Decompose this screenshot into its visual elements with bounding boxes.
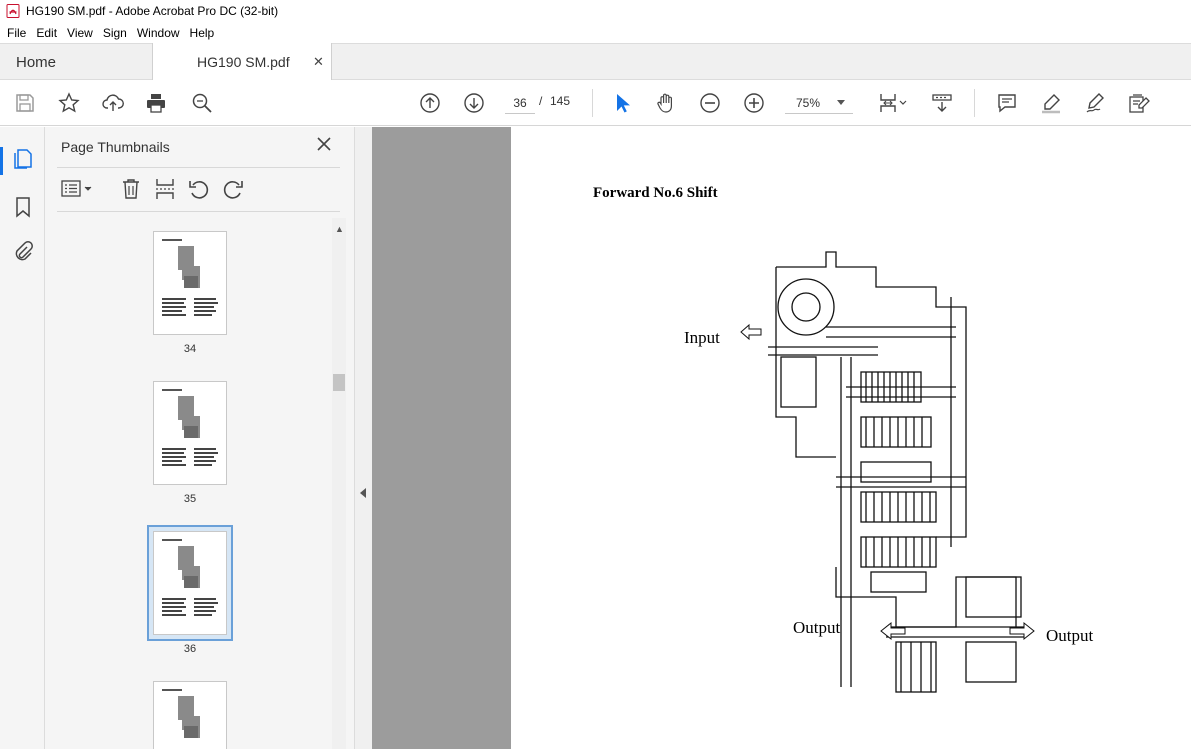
- select-pointer-icon[interactable]: [610, 91, 634, 115]
- thumbnail-options-icon[interactable]: [61, 177, 95, 201]
- menu-bar: File Edit View Sign Window Help: [0, 22, 1191, 43]
- page-thumbnail-selected[interactable]: [153, 531, 227, 635]
- bookmark-icon[interactable]: [11, 195, 35, 219]
- print-icon[interactable]: [144, 91, 168, 115]
- edit-pdf-icon[interactable]: [1127, 91, 1151, 115]
- page-heading: Forward No.6 Shift: [593, 185, 718, 201]
- document-view[interactable]: Forward No.6 Shift Input Output Output: [372, 127, 1191, 749]
- page-thumbnail[interactable]: [153, 681, 227, 749]
- menu-help[interactable]: Help: [185, 26, 220, 40]
- rail-active-indicator: [0, 147, 3, 175]
- tab-close-icon[interactable]: ✕: [313, 54, 324, 70]
- sign-icon[interactable]: [1083, 91, 1107, 115]
- panel-divider: [57, 167, 340, 168]
- zoom-in-icon[interactable]: [742, 91, 766, 115]
- menu-window[interactable]: Window: [132, 26, 185, 40]
- save-icon[interactable]: [13, 91, 37, 115]
- page-thumbnail[interactable]: [153, 381, 227, 485]
- menu-file[interactable]: File: [2, 26, 31, 40]
- panel-divider: [57, 211, 340, 212]
- menu-sign[interactable]: Sign: [98, 26, 132, 40]
- collapse-panel-icon[interactable]: [360, 488, 366, 498]
- rotate-right-icon[interactable]: [221, 177, 245, 201]
- page-separator: /: [539, 94, 543, 108]
- search-zoom-icon[interactable]: [190, 91, 214, 115]
- page-up-icon[interactable]: [418, 91, 442, 115]
- window-titlebar: HG190 SM.pdf - Adobe Acrobat Pro DC (32-…: [0, 0, 1191, 22]
- scroll-mode-icon[interactable]: [930, 91, 954, 115]
- tab-document[interactable]: HG190 SM.pdf ✕: [152, 43, 332, 81]
- page-fit-icon[interactable]: [876, 91, 910, 115]
- input-label: Input: [684, 328, 720, 347]
- tab-document-label: HG190 SM.pdf: [197, 54, 290, 70]
- thumbnail-preview: [162, 239, 218, 316]
- page-thumbnail[interactable]: [153, 231, 227, 335]
- output-label-right: Output: [1046, 626, 1094, 645]
- page-thumbnails-panel: Page Thumbnails ▲ 34 35 36: [45, 127, 354, 749]
- highlight-icon[interactable]: [1039, 91, 1063, 115]
- zoom-out-icon[interactable]: [698, 91, 722, 115]
- thumbnail-preview: [162, 389, 218, 466]
- thumbnail-scrollbar[interactable]: ▲: [332, 218, 346, 749]
- tab-home[interactable]: Home: [0, 44, 152, 80]
- comment-icon[interactable]: [995, 91, 1019, 115]
- transmission-cross-section-diagram: [740, 251, 1035, 693]
- pdf-page: Forward No.6 Shift Input Output Output: [511, 127, 1191, 749]
- thumbnail-preview: [162, 539, 218, 616]
- menu-edit[interactable]: Edit: [31, 26, 62, 40]
- extract-page-icon[interactable]: [153, 177, 177, 201]
- page-number-input[interactable]: 36: [505, 92, 535, 114]
- thumbnail-label: 34: [183, 343, 197, 355]
- panel-title: Page Thumbnails: [61, 139, 170, 155]
- scrollbar-thumb[interactable]: [333, 374, 345, 391]
- delete-page-icon[interactable]: [119, 177, 143, 201]
- page-total: 145: [550, 94, 571, 108]
- panel-splitter[interactable]: [354, 127, 372, 749]
- main-toolbar: 36 / 145 75%: [0, 80, 1191, 126]
- acrobat-pdf-icon: [6, 4, 20, 18]
- output-label-left: Output: [793, 618, 841, 637]
- thumbnail-preview: [162, 689, 200, 738]
- chevron-up-icon[interactable]: ▲: [335, 224, 344, 234]
- star-icon[interactable]: [57, 91, 81, 115]
- toolbar-divider: [974, 89, 975, 117]
- window-title: HG190 SM.pdf - Adobe Acrobat Pro DC (32-…: [26, 4, 279, 18]
- menu-view[interactable]: View: [62, 26, 98, 40]
- toolbar-divider: [592, 89, 593, 117]
- page-thumbnails-icon[interactable]: [11, 147, 35, 171]
- page-down-icon[interactable]: [462, 91, 486, 115]
- thumbnail-label: 36: [183, 643, 197, 655]
- upload-cloud-icon[interactable]: [101, 91, 125, 115]
- attachment-icon[interactable]: [11, 240, 35, 264]
- thumbnail-label: 35: [183, 493, 197, 505]
- tab-bar: Home HG190 SM.pdf ✕: [0, 43, 1191, 81]
- chevron-down-icon[interactable]: [837, 100, 845, 105]
- hand-icon[interactable]: [654, 91, 678, 115]
- close-icon[interactable]: [317, 137, 331, 151]
- navigation-rail: [0, 127, 45, 749]
- rotate-left-icon[interactable]: [187, 177, 211, 201]
